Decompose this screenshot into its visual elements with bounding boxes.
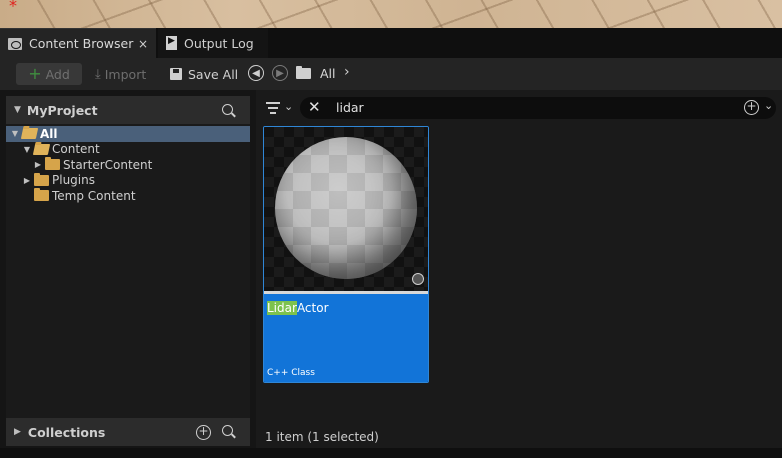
sources-title: MyProject <box>26 102 98 118</box>
search-icon[interactable] <box>222 104 236 118</box>
search-query[interactable]: lidar <box>336 100 364 115</box>
asset-label-area: LidarActor C++ Class <box>264 294 428 382</box>
clear-search-icon[interactable]: ✕ <box>308 98 321 116</box>
tree-item-label: All <box>40 126 58 141</box>
add-button-label: Add <box>45 66 70 82</box>
tab-content-browser[interactable]: Content Browser × <box>0 28 156 58</box>
sources-header[interactable]: ▼ MyProject <box>6 96 250 124</box>
expand-triangle-icon[interactable]: ▶ <box>14 427 21 437</box>
folder-icon <box>34 172 49 186</box>
tab-bar: Content Browser × Output Log <box>0 28 782 58</box>
collections-title: Collections <box>27 424 106 440</box>
import-button-label: Import <box>104 66 147 82</box>
history-back-icon[interactable]: ◀ <box>248 65 264 81</box>
viewport-marker-icon: * <box>9 0 17 15</box>
filter-bar: ⌄ ✕ lidar + ⌄ <box>256 96 782 122</box>
save-icon <box>170 68 182 80</box>
folder-icon <box>296 66 311 79</box>
folder-icon <box>34 188 49 202</box>
collapse-triangle-icon[interactable]: ▼ <box>14 105 21 115</box>
sources-panel: ▼ MyProject ▼ All ▼ Content ▶ StarterCon… <box>6 96 250 418</box>
asset-name-rest: Actor <box>296 301 329 315</box>
filter-icon[interactable] <box>266 102 280 114</box>
tab-content-browser-label: Content Browser <box>29 36 134 51</box>
tree-item-label: Plugins <box>52 173 95 188</box>
level-viewport[interactable]: * <box>0 0 782 28</box>
tree-item-label: Content <box>52 142 100 157</box>
bottom-strip <box>0 448 782 458</box>
chevron-down-icon[interactable]: ⌄ <box>284 100 293 113</box>
expand-arrow-icon[interactable]: ▼ <box>10 129 20 138</box>
import-button[interactable]: ⤓ Import <box>95 63 146 85</box>
asset-view: ⌄ ✕ lidar + ⌄ LidarActor C++ Class 1 ite… <box>256 90 782 458</box>
tree-item-temp-content[interactable]: Temp Content <box>6 188 250 204</box>
collections-header[interactable]: ▶ Collections + <box>6 418 250 446</box>
add-filter-icon[interactable]: + <box>744 100 759 115</box>
content-browser-icon <box>8 37 22 50</box>
breadcrumb-chevron-icon[interactable]: › <box>344 64 350 80</box>
expand-arrow-icon[interactable]: ▼ <box>22 145 32 154</box>
sphere-preview <box>275 137 417 279</box>
output-log-icon <box>166 36 177 50</box>
search-input[interactable]: ✕ lidar + ⌄ <box>300 97 776 119</box>
asset-thumbnail <box>264 127 428 291</box>
tree-item-label: Temp Content <box>52 188 136 203</box>
asset-tile-lidar-actor[interactable]: LidarActor C++ Class <box>263 126 429 383</box>
tree-item-all[interactable]: ▼ All <box>6 126 250 142</box>
class-badge-icon <box>412 273 424 285</box>
add-collection-icon[interactable]: + <box>196 425 211 440</box>
save-all-button[interactable]: Save All <box>170 63 238 85</box>
save-all-label: Save All <box>188 66 239 82</box>
folder-icon <box>45 157 60 171</box>
status-text: 1 item (1 selected) <box>265 430 379 444</box>
tree-item-label: StarterContent <box>63 157 153 172</box>
plus-icon: + <box>28 64 42 83</box>
folder-open-icon <box>20 128 39 140</box>
chevron-down-icon[interactable]: ⌄ <box>764 99 773 112</box>
tab-output-log-label: Output Log <box>184 35 254 51</box>
folder-tree: ▼ All ▼ Content ▶ StarterContent ▶ Plugi… <box>6 126 250 204</box>
expand-arrow-icon[interactable]: ▶ <box>33 160 43 169</box>
asset-class: C++ Class <box>267 368 315 378</box>
asset-name: LidarActor <box>267 301 329 315</box>
content-browser-toolbar: + Add ⤓ Import Save All ◀ ▶ All › <box>0 58 782 90</box>
breadcrumb-all[interactable]: All <box>320 66 336 81</box>
expand-arrow-icon[interactable]: ▶ <box>22 176 32 185</box>
asset-name-highlight: Lidar <box>267 301 297 315</box>
add-button[interactable]: + Add <box>16 63 82 85</box>
import-icon: ⤓ <box>95 66 101 82</box>
tree-item-plugins[interactable]: ▶ Plugins <box>6 172 250 189</box>
close-icon[interactable]: × <box>138 37 148 51</box>
search-icon[interactable] <box>222 425 236 439</box>
folder-open-icon <box>32 143 51 155</box>
tab-output-log[interactable]: Output Log <box>158 28 268 58</box>
history-forward-icon[interactable]: ▶ <box>272 65 288 81</box>
tree-item-content[interactable]: ▼ Content <box>6 142 250 158</box>
tree-item-starter-content[interactable]: ▶ StarterContent <box>6 157 250 173</box>
